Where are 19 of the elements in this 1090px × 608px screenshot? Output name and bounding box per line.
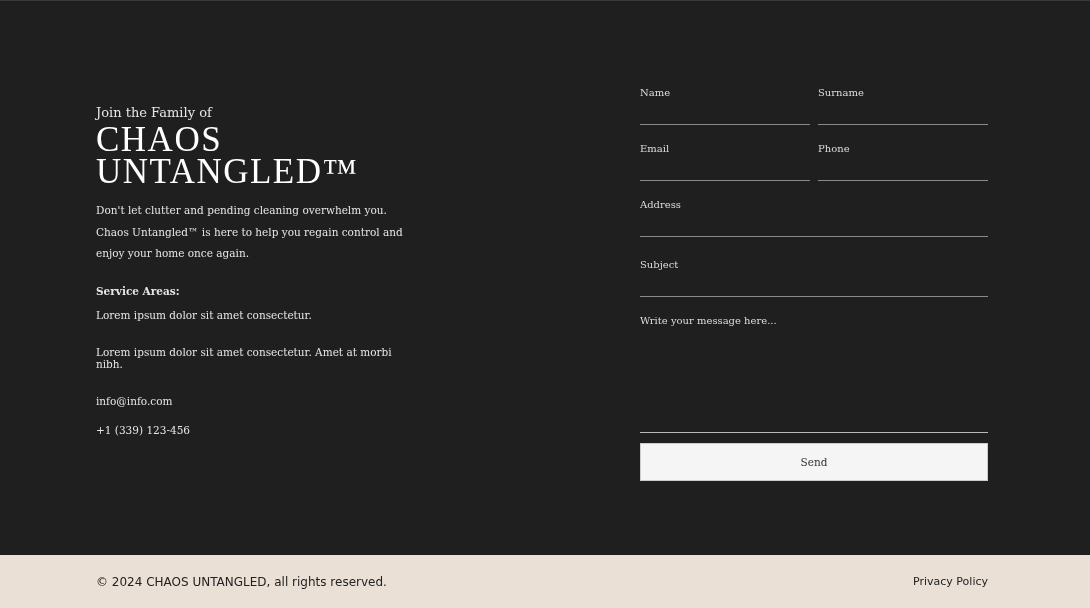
send-button[interactable]: Send <box>640 443 988 481</box>
message-field[interactable]: Write your message here... <box>640 315 988 433</box>
field-label: Subject <box>640 259 680 270</box>
field-label: Email <box>640 143 671 154</box>
privacy-link[interactable]: Privacy Policy <box>913 575 988 588</box>
brand-title: UNTANGLED™ <box>96 156 360 188</box>
description: Don't let clutter and pending cleaning overwhelm you. Chaos Untangled™ is here to help you regain control and enjoy your home once again. <box>96 203 404 261</box>
brand-title: CHAOS <box>96 124 224 156</box>
service-area: Lorem ipsum dolor sit amet consectetur. Amet at morbi nibh. <box>96 345 416 370</box>
field-label: Name <box>640 87 672 98</box>
service-area: Lorem ipsum dolor sit amet consectetur. <box>96 308 416 321</box>
copyright-text: © 2024 CHAOS UNTANGLED, all rights reserved. <box>96 574 387 589</box>
eyebrow-text: Join the Family of <box>96 105 214 120</box>
field-label: Surname <box>818 87 865 98</box>
email-text: info@info.com <box>96 394 174 407</box>
field-label: Phone <box>818 143 851 154</box>
field-label: Address <box>640 199 682 210</box>
section-heading: Service Areas: <box>96 284 181 297</box>
phone-text: +1 (339) 123-456 <box>96 423 192 436</box>
